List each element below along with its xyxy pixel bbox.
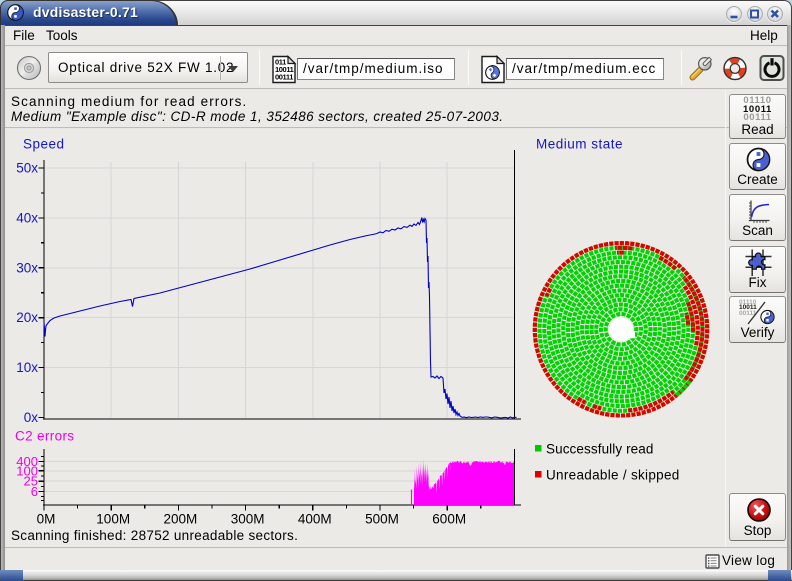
svg-text:500M: 500M [365,512,399,527]
svg-text:200M: 200M [164,512,198,527]
svg-text:Successfully read: Successfully read [546,442,654,457]
svg-text:0M: 0M [37,512,56,527]
svg-text:400M: 400M [298,512,332,527]
svg-text:Speed: Speed [23,137,65,152]
svg-text:Medium state: Medium state [536,137,623,152]
svg-text:50x: 50x [16,161,38,176]
svg-text:0x: 0x [24,410,39,425]
svg-text:30x: 30x [16,260,38,275]
svg-text:600M: 600M [432,512,466,527]
svg-text:10x: 10x [16,360,38,375]
svg-text:20x: 20x [16,310,38,325]
svg-text:6: 6 [31,484,38,499]
svg-text:300M: 300M [231,512,265,527]
svg-text:C2 errors: C2 errors [15,429,74,444]
svg-text:Unreadable / skipped: Unreadable / skipped [546,468,680,483]
svg-text:40x: 40x [16,210,38,225]
svg-text:100M: 100M [96,512,130,527]
